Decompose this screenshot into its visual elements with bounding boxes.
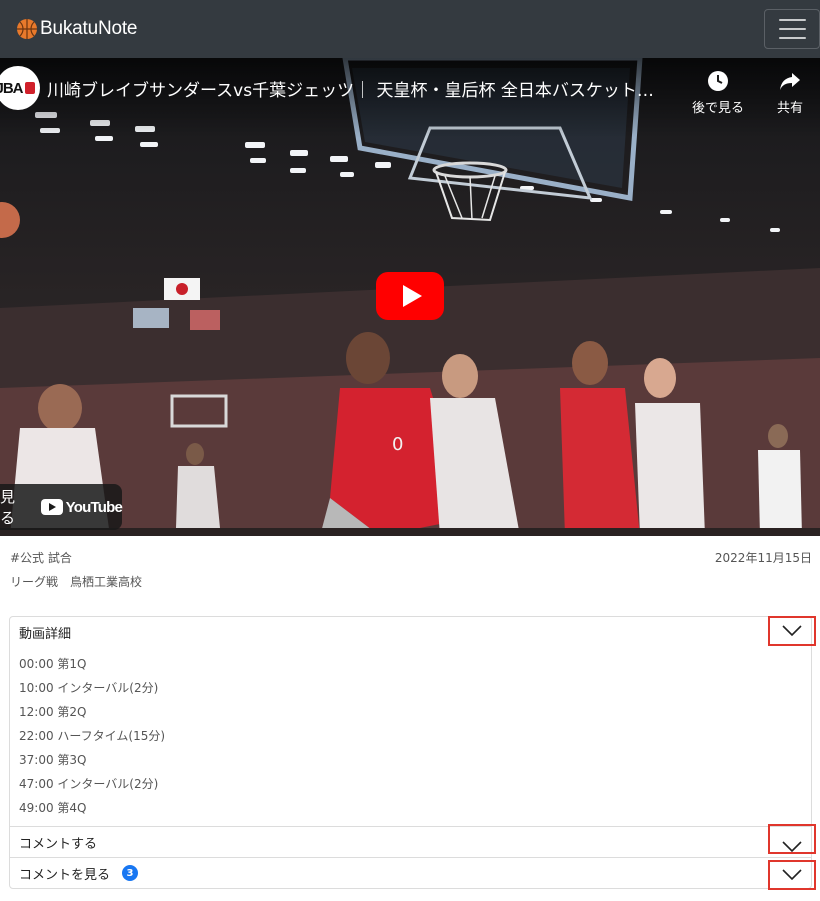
play-button[interactable]: [376, 272, 444, 320]
chevron-down-icon: [782, 869, 802, 881]
chapter-item[interactable]: 37:00 第3Q: [19, 748, 802, 772]
watch-on-label: 見る: [0, 488, 16, 527]
chevron-down-icon: [782, 625, 802, 637]
view-comments-toggle[interactable]: [768, 860, 816, 890]
chevron-down-icon: [782, 841, 802, 853]
video-accordion: 動画詳細 00:00 第1Q 10:00 インターバル(2分) 12:00 第2…: [9, 616, 812, 889]
video-details-toggle[interactable]: [768, 616, 816, 646]
hamburger-menu-button[interactable]: [764, 9, 820, 49]
watch-on-youtube-button[interactable]: 見る YouTube: [0, 484, 123, 530]
share-button[interactable]: 共有: [770, 70, 810, 116]
video-tags: #公式 試合: [10, 551, 72, 565]
navbar: BukatuNote: [0, 0, 820, 58]
video-title[interactable]: 川崎ブレイブサンダースvs千葉ジェッツ｜ 天皇杯・皇后杯 全日本バスケット…: [47, 76, 687, 101]
video-details-label: 動画詳細: [19, 627, 72, 642]
watch-later-label: 後で見る: [691, 101, 744, 116]
share-label: 共有: [776, 101, 803, 116]
youtube-logo: YouTube: [40, 499, 123, 516]
chapter-item[interactable]: 22:00 ハーフタイム(15分): [19, 724, 802, 748]
comment-toggle[interactable]: [768, 824, 816, 854]
youtube-icon: [40, 499, 63, 515]
video-details-header[interactable]: 動画詳細: [10, 617, 811, 648]
chapter-item[interactable]: 10:00 インターバル(2分): [19, 676, 802, 700]
share-icon: [780, 73, 800, 90]
video-player[interactable]: 0 JBA 川崎ブレイブサンダースvs千葉ジェッツ｜ 天皇杯・皇后杯: [0, 58, 820, 536]
chapter-item[interactable]: 00:00 第1Q: [19, 652, 802, 676]
chapter-item[interactable]: 49:00 第4Q: [19, 796, 802, 820]
chapter-item[interactable]: 12:00 第2Q: [19, 700, 802, 724]
view-comments-label: コメントを見る: [19, 867, 111, 883]
chapter-item[interactable]: 47:00 インターバル(2分): [19, 772, 802, 796]
watch-later-button[interactable]: 後で見る: [688, 70, 748, 116]
play-icon: [402, 285, 422, 307]
hamburger-menu-icon: [778, 19, 806, 21]
game-info: リーグ戦 鳥栖工業高校: [10, 575, 143, 589]
view-comments-header[interactable]: コメントを見る 3: [10, 857, 811, 888]
video-date: 2022年11月15日: [714, 551, 812, 565]
video-details-body: 00:00 第1Q 10:00 インターバル(2分) 12:00 第2Q 22:…: [10, 648, 811, 826]
clock-icon: [708, 71, 728, 91]
comment-header[interactable]: コメントする: [10, 826, 811, 857]
comment-count-badge: 3: [122, 865, 139, 881]
comment-label: コメントする: [19, 836, 98, 852]
svg-text:0: 0: [392, 434, 403, 455]
basketball-icon: [17, 19, 37, 39]
brand-link[interactable]: BukatuNote: [16, 16, 137, 42]
brand-name: BukatuNote: [40, 18, 138, 39]
